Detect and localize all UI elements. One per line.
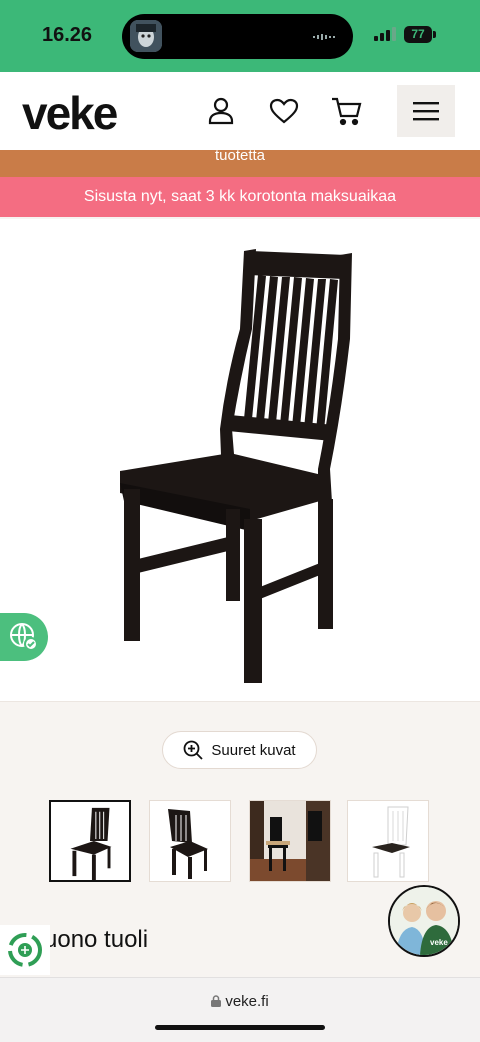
- thumbnail-2[interactable]: [149, 800, 231, 882]
- veke-logo[interactable]: veke: [22, 86, 118, 140]
- product-image[interactable]: [0, 219, 480, 702]
- recycle-icon: [8, 933, 42, 967]
- chat-support-avatar[interactable]: veke: [388, 885, 460, 957]
- cart-icon[interactable]: [330, 94, 364, 128]
- thumbnail-4[interactable]: [347, 800, 429, 882]
- status-time: 16.26: [42, 24, 93, 46]
- support-people-image: veke: [390, 887, 458, 955]
- heart-icon[interactable]: [267, 94, 301, 128]
- accessibility-globe-button[interactable]: [0, 613, 48, 661]
- large-images-button[interactable]: Suuret kuvat: [162, 731, 317, 769]
- status-bar: 16.26 77: [0, 0, 480, 72]
- signal-icon: [374, 27, 396, 41]
- thumbnail-room-image: [250, 801, 330, 881]
- globe-check-icon: [10, 623, 38, 651]
- chair-image: [120, 249, 352, 683]
- home-indicator: [155, 1025, 325, 1030]
- menu-button[interactable]: [397, 85, 455, 137]
- promo-banner[interactable]: Sisusta nyt, saat 3 kk korotonta maksuai…: [0, 177, 480, 217]
- audio-wave-icon: [313, 34, 335, 40]
- info-banner[interactable]: tuotetta: [0, 150, 480, 177]
- large-images-label: Suuret kuvat: [211, 741, 296, 759]
- eco-badge[interactable]: [0, 925, 50, 975]
- thumbnail-3[interactable]: [249, 800, 331, 882]
- thumbnail-chair-image: [70, 807, 112, 880]
- menu-icon: [413, 102, 439, 121]
- thumbnail-1[interactable]: [49, 800, 131, 882]
- zoom-in-icon: [183, 740, 204, 760]
- url-display[interactable]: veke.fi: [0, 993, 480, 1010]
- user-icon[interactable]: [204, 94, 238, 128]
- browser-url-bar[interactable]: veke.fi: [0, 977, 480, 1042]
- battery-indicator: 77: [404, 26, 432, 43]
- battery-nub: [433, 31, 436, 38]
- dynamic-island: [122, 14, 353, 59]
- thumbnail-chair-image: [168, 809, 208, 879]
- url-text: veke.fi: [225, 993, 269, 1010]
- site-header: veke: [0, 72, 480, 150]
- svg-text:veke: veke: [430, 938, 448, 947]
- lock-icon: [211, 995, 222, 1007]
- island-album-art: [130, 20, 162, 52]
- promo-banner-text: Sisusta nyt, saat 3 kk korotonta maksuai…: [83, 188, 397, 205]
- thumbnail-white-chair-image: [372, 806, 410, 878]
- info-banner-text: tuotetta: [214, 150, 266, 164]
